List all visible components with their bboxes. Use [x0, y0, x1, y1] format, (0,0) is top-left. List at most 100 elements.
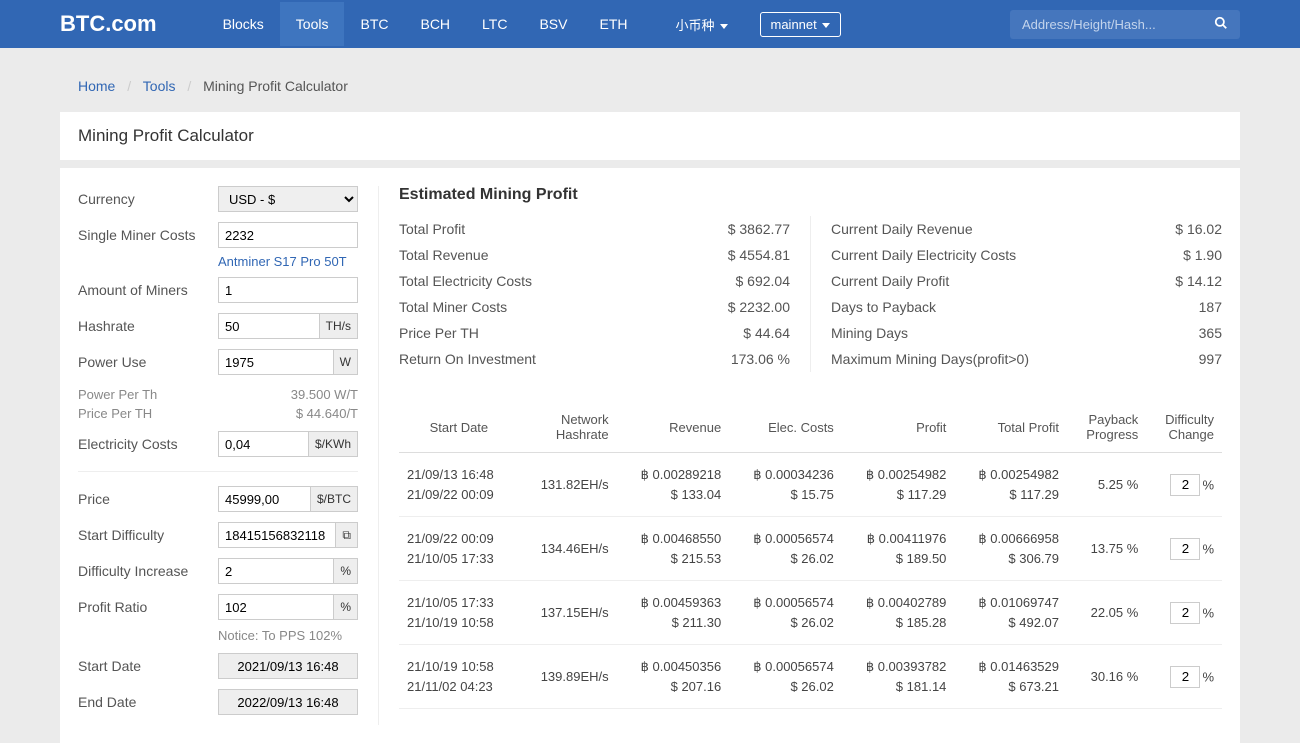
cell-revenue: ฿ 0.00459363$ 211.30: [617, 581, 730, 645]
summary-label: Current Daily Profit: [831, 273, 949, 289]
main-content: Estimated Mining Profit Total Profit $ 38…: [378, 186, 1222, 725]
cell-total-profit: ฿ 0.00666958$ 306.79: [954, 517, 1067, 581]
col-header: Total Profit: [954, 402, 1067, 453]
nav-ltc[interactable]: LTC: [466, 2, 523, 46]
difficulty-input[interactable]: [219, 523, 335, 547]
nav-blocks[interactable]: Blocks: [207, 2, 280, 46]
col-header: Profit: [842, 402, 955, 453]
col-header: PaybackProgress: [1067, 402, 1146, 453]
breadcrumb-current: Mining Profit Calculator: [203, 78, 348, 94]
percent-unit-2: %: [333, 595, 357, 619]
nav-bch[interactable]: BCH: [404, 2, 466, 46]
hashrate-unit: TH/s: [319, 314, 357, 338]
cell-total-profit: ฿ 0.01069747$ 492.07: [954, 581, 1067, 645]
difficulty-label: Start Difficulty: [78, 527, 218, 543]
hashrate-label: Hashrate: [78, 318, 218, 334]
elec-input[interactable]: [219, 432, 308, 456]
cell-date: 21/09/13 16:4821/09/22 00:09: [399, 453, 519, 517]
power-unit: W: [333, 350, 357, 374]
elec-label: Electricity Costs: [78, 436, 218, 452]
summary-value: $ 14.12: [1175, 273, 1222, 289]
nav-btc[interactable]: BTC: [344, 2, 404, 46]
summary-label: Current Daily Electricity Costs: [831, 247, 1016, 263]
hashrate-input[interactable]: [219, 314, 319, 338]
profit-ratio-input[interactable]: [219, 595, 333, 619]
cell-profit: ฿ 0.00402789$ 185.28: [842, 581, 955, 645]
profit-table: Start DateNetworkHashrateRevenueElec. Co…: [399, 402, 1222, 709]
diff-inc-input[interactable]: [219, 559, 333, 583]
summary-label: Total Electricity Costs: [399, 273, 532, 289]
logo[interactable]: BTC.com: [60, 11, 157, 37]
cell-diff-change: %: [1146, 453, 1222, 517]
summary-label: Days to Payback: [831, 299, 936, 315]
network-select[interactable]: mainnet: [760, 12, 841, 37]
miner-cost-input[interactable]: [218, 222, 358, 248]
currency-label: Currency: [78, 191, 218, 207]
diff-change-input[interactable]: [1170, 666, 1200, 688]
currency-select[interactable]: USD - $: [218, 186, 358, 212]
pps-notice: Notice: To PPS 102%: [218, 628, 358, 643]
profit-ratio-label: Profit Ratio: [78, 599, 218, 615]
summary-value: $ 1.90: [1183, 247, 1222, 263]
diff-change-input[interactable]: [1170, 602, 1200, 624]
cell-profit: ฿ 0.00411976$ 189.50: [842, 517, 955, 581]
summary-value: $ 692.04: [736, 273, 791, 289]
summary-value: $ 2232.00: [728, 299, 790, 315]
summary-value: $ 3862.77: [728, 221, 790, 237]
diff-change-input[interactable]: [1170, 474, 1200, 496]
table-row: 21/09/22 00:0921/10/05 17:33134.46EH/s฿ …: [399, 517, 1222, 581]
nav-altcoins[interactable]: 小币种: [663, 15, 739, 34]
start-date-input[interactable]: [218, 653, 358, 679]
summary-value: 365: [1199, 325, 1222, 341]
col-header: Start Date: [399, 402, 519, 453]
summary-value: 997: [1199, 351, 1222, 367]
summary-title: Estimated Mining Profit: [399, 186, 1222, 204]
cell-revenue: ฿ 0.00289218$ 133.04: [617, 453, 730, 517]
price-input[interactable]: [219, 487, 310, 511]
cell-diff-change: %: [1146, 517, 1222, 581]
miner-model-link[interactable]: Antminer S17 Pro 50T: [218, 254, 358, 269]
cell-date: 21/09/22 00:0921/10/05 17:33: [399, 517, 519, 581]
breadcrumb: Home / Tools / Mining Profit Calculator: [60, 78, 1240, 112]
diff-change-input[interactable]: [1170, 538, 1200, 560]
cell-payback: 13.75 %: [1067, 517, 1146, 581]
price-label: Price: [78, 491, 218, 507]
nav-bsv[interactable]: BSV: [523, 2, 583, 46]
amount-input[interactable]: [218, 277, 358, 303]
nav-tools[interactable]: Tools: [280, 2, 345, 46]
power-label: Power Use: [78, 354, 218, 370]
search-icon[interactable]: [1214, 16, 1228, 33]
cell-hashrate: 131.82EH/s: [519, 453, 617, 517]
cell-elec: ฿ 0.00034236$ 15.75: [729, 453, 842, 517]
difficulty-refresh-icon[interactable]: ⧉: [335, 523, 357, 547]
summary-value: 187: [1199, 299, 1222, 315]
end-date-label: End Date: [78, 694, 218, 710]
cell-diff-change: %: [1146, 581, 1222, 645]
summary-value: $ 4554.81: [728, 247, 790, 263]
price-unit: $/BTC: [310, 487, 357, 511]
nav-eth[interactable]: ETH: [583, 2, 643, 46]
summary-value: $ 44.64: [743, 325, 790, 341]
cell-total-profit: ฿ 0.00254982$ 117.29: [954, 453, 1067, 517]
miner-cost-label: Single Miner Costs: [78, 227, 218, 243]
cell-elec: ฿ 0.00056574$ 26.02: [729, 581, 842, 645]
cell-date: 21/10/19 10:5821/11/02 04:23: [399, 645, 519, 709]
power-per-th-value: 39.500 W/T: [291, 387, 358, 402]
cell-profit: ฿ 0.00393782$ 181.14: [842, 645, 955, 709]
power-input[interactable]: [219, 350, 333, 374]
summary-value: $ 16.02: [1175, 221, 1222, 237]
table-row: 21/10/19 10:5821/11/02 04:23139.89EH/s฿ …: [399, 645, 1222, 709]
breadcrumb-tools[interactable]: Tools: [143, 78, 176, 94]
summary-label: Maximum Mining Days(profit>0): [831, 351, 1029, 367]
table-row: 21/10/05 17:3321/10/19 10:58137.15EH/s฿ …: [399, 581, 1222, 645]
end-date-input[interactable]: [218, 689, 358, 715]
summary-label: Current Daily Revenue: [831, 221, 973, 237]
table-row: 21/09/13 16:4821/09/22 00:09131.82EH/s฿ …: [399, 453, 1222, 517]
cell-payback: 30.16 %: [1067, 645, 1146, 709]
price-per-th-value: $ 44.640/T: [296, 406, 358, 421]
cell-payback: 22.05 %: [1067, 581, 1146, 645]
cell-total-profit: ฿ 0.01463529$ 673.21: [954, 645, 1067, 709]
header: BTC.com Blocks Tools BTC BCH LTC BSV ETH…: [0, 0, 1300, 48]
breadcrumb-home[interactable]: Home: [78, 78, 115, 94]
search-input[interactable]: [1022, 17, 1214, 32]
